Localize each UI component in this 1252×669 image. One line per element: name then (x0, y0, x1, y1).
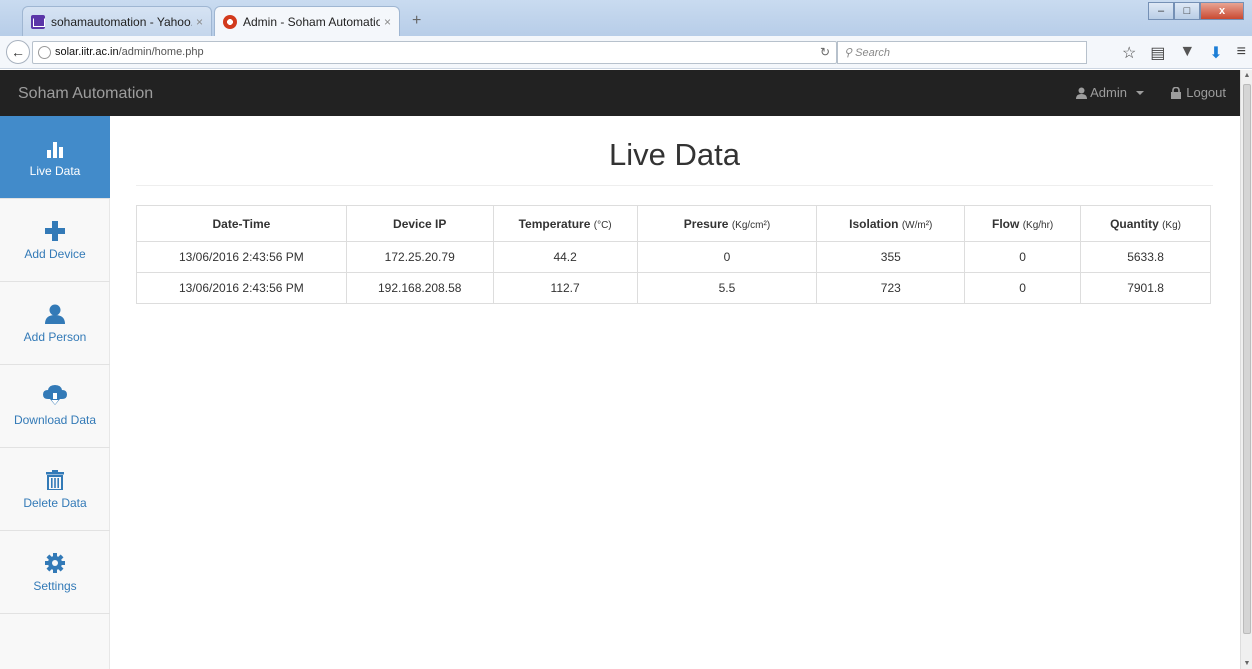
scroll-up-icon[interactable]: ▲ (1241, 72, 1252, 79)
new-tab-button[interactable]: + (412, 12, 421, 30)
sidebar: Live Data Add Device Add Person Download… (0, 116, 110, 669)
cell-presure: 5.5 (636, 272, 818, 304)
globe-icon (38, 46, 51, 59)
cell-temperature: 44.2 (492, 241, 638, 273)
table-row: 13/06/2016 2:43:56 PM 172.25.20.79 44.2 … (136, 241, 1211, 273)
lock-icon (1171, 86, 1182, 99)
logout-label: Logout (1186, 85, 1226, 100)
browser-tab-yahoo[interactable]: sohamautomation - Yahoo... × (22, 6, 212, 36)
cell-isolation: 355 (816, 241, 966, 273)
caret-down-icon (1136, 90, 1144, 95)
sidebar-item-label: Add Person (23, 330, 87, 344)
window-controls: – □ x (1148, 2, 1244, 20)
cell-quantity: 7901.8 (1080, 272, 1211, 304)
sidebar-item-label: Delete Data (23, 496, 87, 510)
cell-flow: 0 (964, 272, 1082, 304)
column-header-presure: Presure (Kg/cm²) (636, 205, 818, 242)
bookmark-star-icon[interactable]: ☆ (1122, 43, 1136, 63)
bookmarks-menu-icon[interactable]: ▤ (1150, 43, 1165, 63)
search-placeholder: Search (855, 47, 890, 59)
site-favicon-icon (223, 14, 237, 29)
sidebar-item-label: Settings (33, 579, 77, 593)
main-content: Live Data Date-Time Device IP Temperatur… (136, 116, 1213, 304)
page-title: Live Data (609, 137, 740, 172)
title-divider (136, 185, 1213, 186)
url-host: solar.iitr.ac.in (55, 46, 119, 58)
close-tab-icon[interactable]: × (196, 15, 203, 29)
sidebar-item-label: Add Device (24, 247, 86, 261)
cell-date-time: 13/06/2016 2:43:56 PM (136, 241, 347, 273)
cell-device-ip: 192.168.208.58 (345, 272, 494, 304)
user-icon (45, 302, 65, 324)
page-scrollbar[interactable]: ▲ ▼ (1240, 70, 1252, 669)
live-data-table: Date-Time Device IP Temperature (°C) Pre… (136, 205, 1211, 304)
cell-flow: 0 (964, 241, 1082, 273)
tab-label: sohamautomation - Yahoo... (51, 14, 192, 29)
cell-device-ip: 172.25.20.79 (345, 241, 494, 273)
column-header-quantity: Quantity (Kg) (1080, 205, 1211, 242)
sidebar-item-delete-data[interactable]: Delete Data (0, 448, 110, 531)
tab-label: Admin - Soham Automation (243, 14, 380, 29)
cell-temperature: 112.7 (492, 272, 638, 304)
reload-icon[interactable]: ↻ (820, 45, 830, 59)
hamburger-menu-icon[interactable]: ≡ (1237, 43, 1246, 63)
trash-icon (46, 468, 64, 490)
table-header-row: Date-Time Device IP Temperature (°C) Pre… (136, 205, 1211, 242)
maximize-button[interactable]: □ (1174, 2, 1200, 20)
table-row: 13/06/2016 2:43:56 PM 192.168.208.58 112… (136, 272, 1211, 304)
sidebar-item-live-data[interactable]: Live Data (0, 116, 110, 199)
cell-presure: 0 (636, 241, 818, 273)
url-path: /admin/home.php (118, 46, 204, 58)
sidebar-item-settings[interactable]: Settings (0, 531, 110, 614)
column-header-isolation: Isolation (W/m²) (816, 205, 966, 242)
column-header-temperature: Temperature (°C) (492, 205, 638, 242)
app-header: Soham Automation Admin Logout (0, 70, 1240, 116)
column-header-device-ip: Device IP (345, 205, 494, 242)
browser-navbar: ← solar.iitr.ac.in/admin/home.php ↻ ⚲ Se… (0, 36, 1252, 69)
web-page: Soham Automation Admin Logout Live Data … (0, 70, 1240, 669)
bar-chart-icon (46, 136, 64, 158)
cell-isolation: 723 (816, 272, 966, 304)
pocket-icon[interactable]: ▼ (1179, 43, 1195, 63)
scroll-down-icon[interactable]: ▼ (1241, 660, 1252, 667)
column-header-flow: Flow (Kg/hr) (964, 205, 1082, 242)
minimize-button[interactable]: – (1148, 2, 1174, 20)
admin-dropdown[interactable]: Admin (1076, 85, 1144, 100)
sidebar-item-add-device[interactable]: Add Device (0, 199, 110, 282)
cell-quantity: 5633.8 (1080, 241, 1211, 273)
sidebar-item-label: Live Data (29, 164, 81, 178)
brand-link[interactable]: Soham Automation (18, 85, 153, 103)
mail-icon (31, 14, 45, 29)
back-button[interactable]: ← (6, 40, 30, 64)
user-icon (1076, 87, 1088, 99)
plus-icon (45, 219, 65, 241)
scrollbar-thumb[interactable] (1243, 84, 1251, 634)
cloud-download-icon (43, 385, 67, 407)
sidebar-item-label: Download Data (13, 413, 97, 427)
sidebar-item-download-data[interactable]: Download Data (0, 365, 110, 448)
cell-date-time: 13/06/2016 2:43:56 PM (136, 272, 347, 304)
column-header-date-time: Date-Time (136, 205, 347, 242)
logout-link[interactable]: Logout (1171, 85, 1226, 100)
close-tab-icon[interactable]: × (384, 15, 391, 29)
toolbar-icons: ☆ ▤ ▼ ⬇ ≡ (1122, 43, 1246, 63)
browser-tab-admin[interactable]: Admin - Soham Automation × (214, 6, 400, 36)
sidebar-item-add-person[interactable]: Add Person (0, 282, 110, 365)
close-window-button[interactable]: x (1200, 2, 1244, 20)
downloads-icon[interactable]: ⬇ (1209, 43, 1222, 63)
browser-search-input[interactable]: ⚲ Search (837, 41, 1087, 64)
address-bar[interactable]: solar.iitr.ac.in/admin/home.php ↻ (32, 41, 837, 64)
admin-label: Admin (1090, 85, 1127, 100)
browser-titlebar: sohamautomation - Yahoo... × Admin - Soh… (0, 0, 1252, 36)
gear-icon (45, 551, 65, 573)
